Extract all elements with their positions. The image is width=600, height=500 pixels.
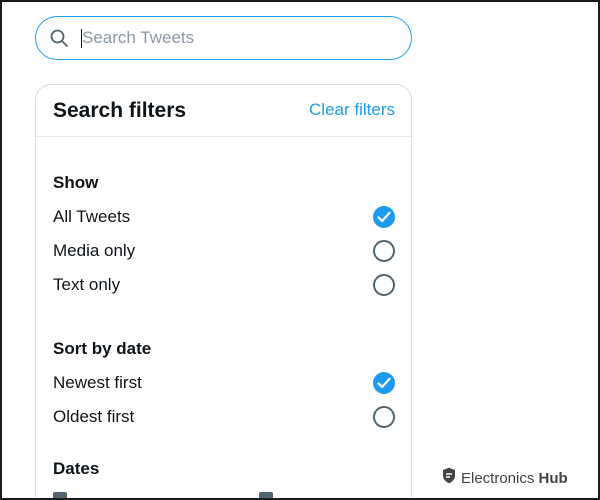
clear-filters-link[interactable]: Clear filters <box>309 100 395 120</box>
radio-unchecked-icon[interactable] <box>373 274 395 296</box>
search-icon <box>49 28 69 48</box>
date-field-partial[interactable] <box>259 492 273 500</box>
option-label: Text only <box>53 275 121 294</box>
radio-unchecked-icon[interactable] <box>373 240 395 262</box>
radio-unchecked-icon[interactable] <box>373 406 395 428</box>
search-input[interactable] <box>82 28 382 48</box>
section-title-sort: Sort by date <box>53 339 152 358</box>
radio-checked-icon[interactable] <box>373 206 395 228</box>
option-label: Media only <box>53 241 136 260</box>
option-newest-first[interactable]: Newest first <box>53 369 395 397</box>
option-label: Oldest first <box>53 407 135 426</box>
option-media-only[interactable]: Media only <box>53 237 395 265</box>
option-label: Newest first <box>53 373 142 392</box>
text-cursor <box>81 29 82 48</box>
shield-logo-icon <box>442 467 456 489</box>
watermark-text: Electronics Hub <box>461 469 568 487</box>
panel-title: Search filters <box>53 98 187 122</box>
option-text-only[interactable]: Text only <box>53 271 395 299</box>
search-box[interactable] <box>35 16 412 60</box>
date-field-partial[interactable] <box>53 492 67 500</box>
panel-header: Search filters Clear filters <box>36 85 411 137</box>
option-all-tweets[interactable]: All Tweets <box>53 203 395 231</box>
watermark: Electronics Hub <box>442 467 568 489</box>
section-title-dates: Dates <box>53 459 100 478</box>
option-label: All Tweets <box>53 207 131 226</box>
section-title-show: Show <box>53 173 99 192</box>
option-oldest-first[interactable]: Oldest first <box>53 403 395 431</box>
search-filters-panel: Search filters Clear filters Show All Tw… <box>35 84 412 500</box>
radio-checked-icon[interactable] <box>373 372 395 394</box>
